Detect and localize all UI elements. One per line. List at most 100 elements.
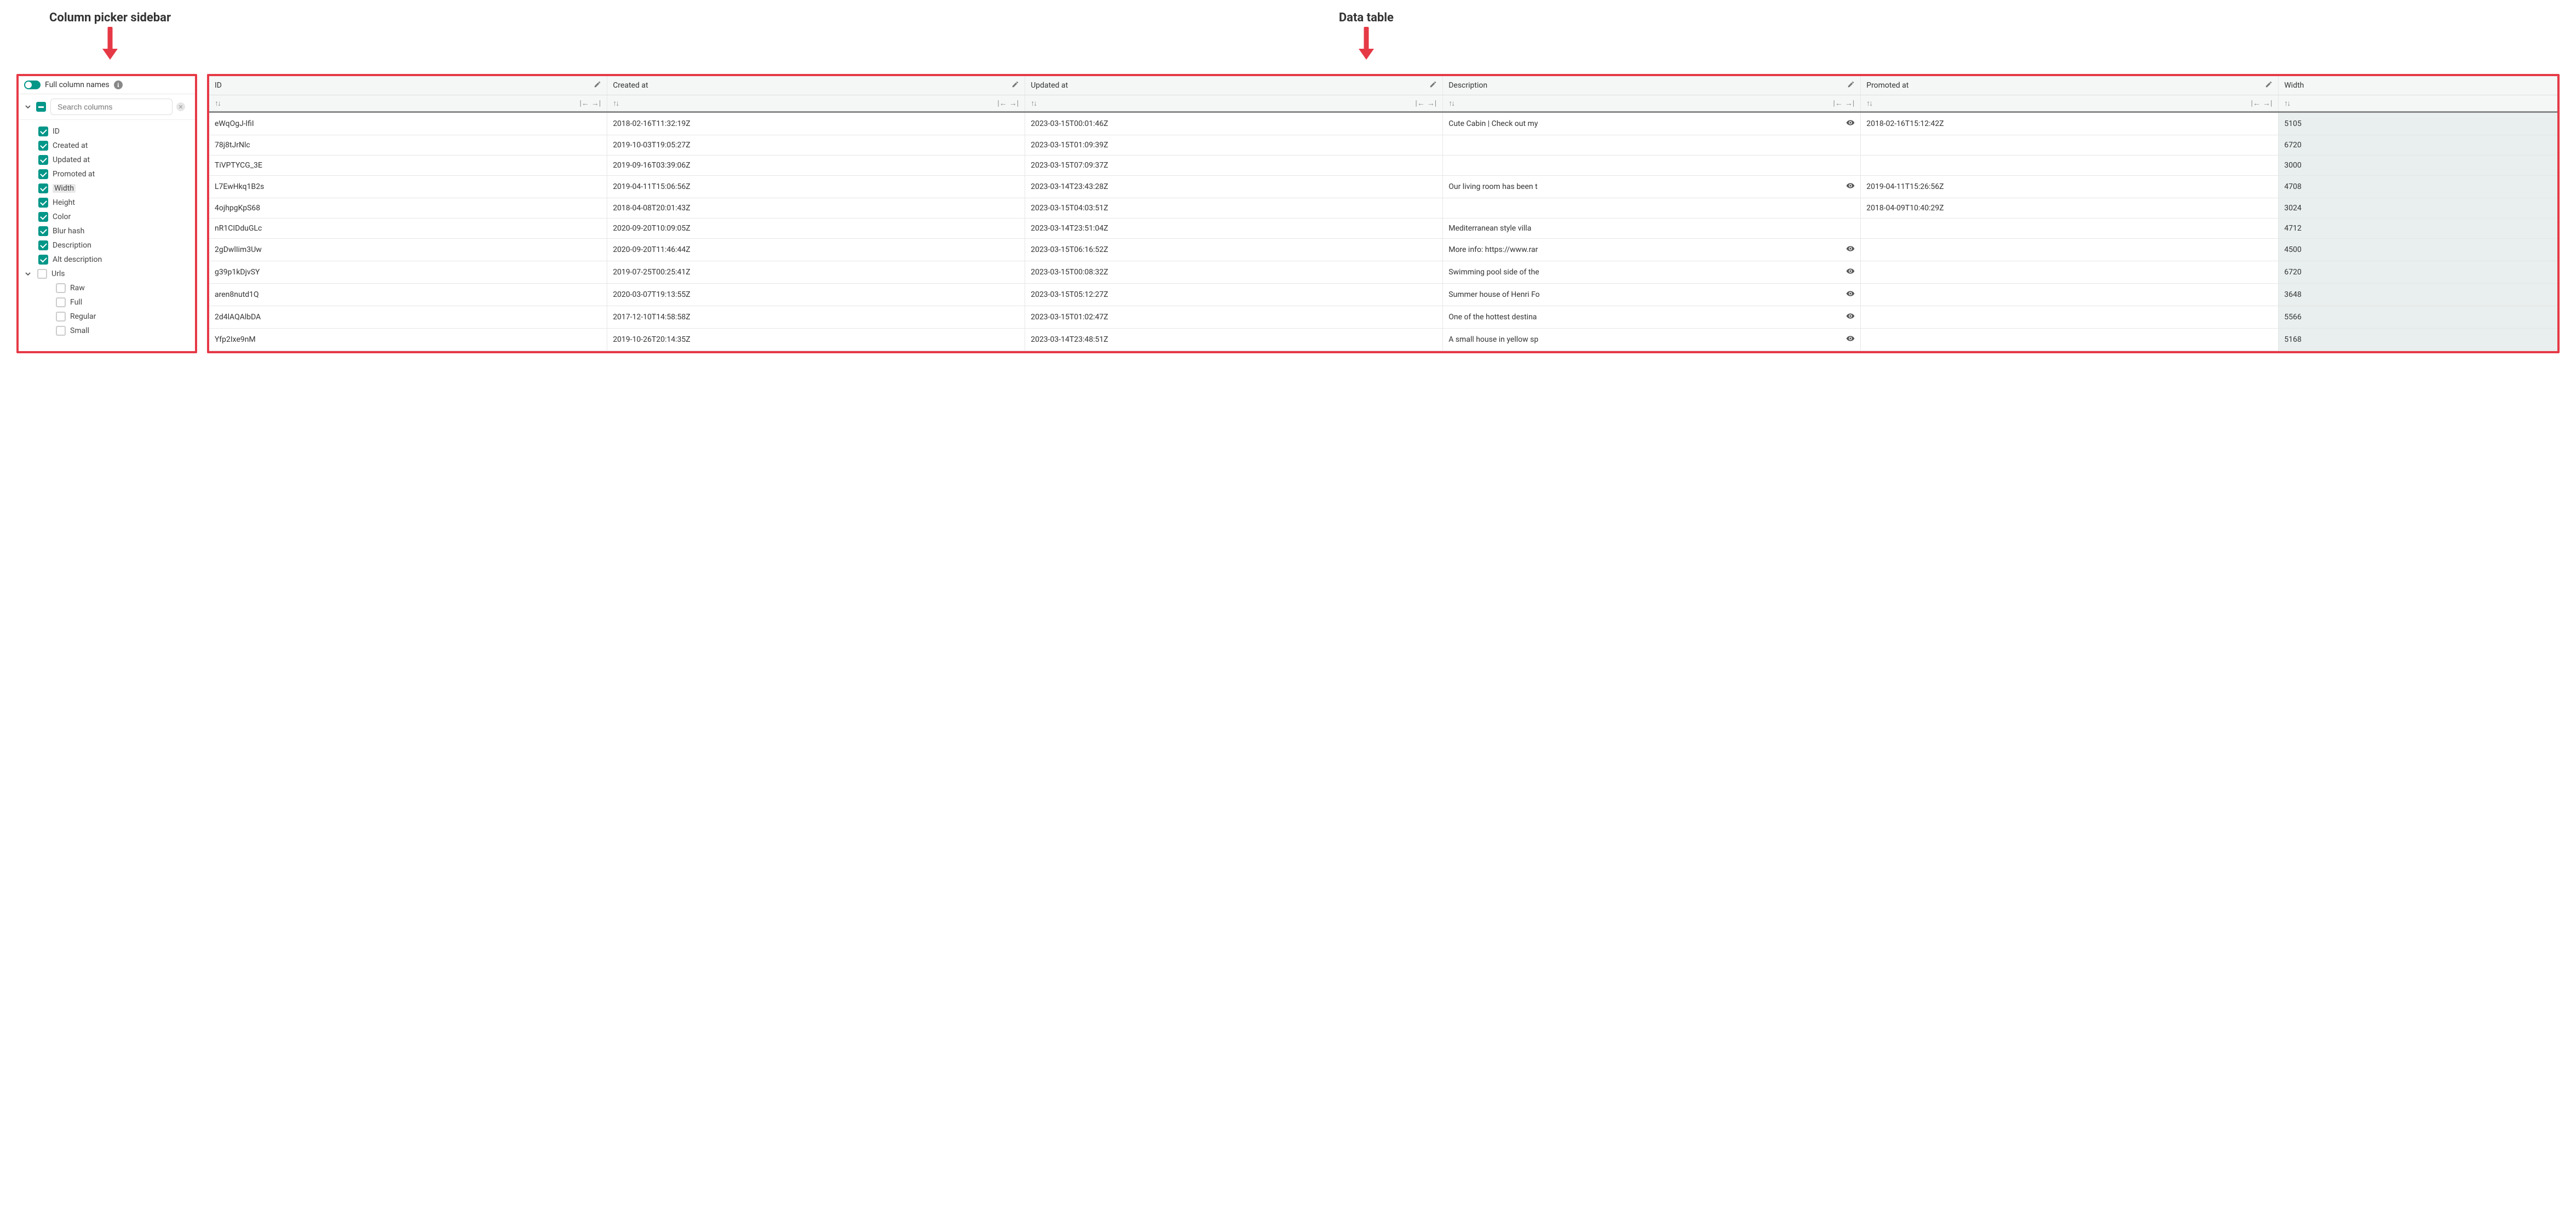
table-cell[interactable] <box>1861 261 2279 284</box>
table-cell[interactable] <box>1443 198 1861 219</box>
table-cell[interactable]: 2017-12-10T14:58:58Z <box>607 306 1025 329</box>
table-row[interactable]: eWqOgJ-lfiI2018-02-16T11:32:19Z2023-03-1… <box>209 112 2557 135</box>
table-cell[interactable]: 5566 <box>2279 306 2557 329</box>
column-checkbox[interactable] <box>56 283 66 293</box>
column-item[interactable]: Updated at <box>19 153 195 167</box>
sort-icon[interactable]: ↑↓ <box>1448 99 1454 108</box>
table-cell[interactable]: 2019-10-03T19:05:27Z <box>607 135 1025 156</box>
expand-right-icon[interactable]: →| <box>1844 99 1855 108</box>
column-checkbox[interactable] <box>38 255 48 265</box>
table-cell[interactable]: 2023-03-15T07:09:37Z <box>1025 156 1443 176</box>
table-row[interactable]: 4ojhpgKpS682018-04-08T20:01:43Z2023-03-1… <box>209 198 2557 219</box>
eye-icon[interactable] <box>1846 312 1855 323</box>
sort-icon[interactable]: ↑↓ <box>613 99 618 108</box>
table-cell[interactable]: aren8nutd1Q <box>209 284 607 306</box>
table-cell[interactable]: 2023-03-14T23:51:04Z <box>1025 219 1443 239</box>
table-cell[interactable]: 6720 <box>2279 135 2557 156</box>
table-cell[interactable]: 4712 <box>2279 219 2557 239</box>
table-cell[interactable]: 6720 <box>2279 261 2557 284</box>
pencil-icon[interactable] <box>1011 81 1019 90</box>
table-cell[interactable]: 2023-03-15T06:16:52Z <box>1025 239 1443 261</box>
table-row[interactable]: g39p1kDjvSY2019-07-25T00:25:41Z2023-03-1… <box>209 261 2557 284</box>
search-columns-input[interactable] <box>50 99 173 115</box>
table-cell[interactable]: 2020-09-20T10:09:05Z <box>607 219 1025 239</box>
column-checkbox[interactable] <box>37 269 47 279</box>
expand-right-icon[interactable]: →| <box>1009 99 1019 108</box>
table-cell[interactable]: 2019-04-11T15:06:56Z <box>607 176 1025 198</box>
expand-right-icon[interactable]: →| <box>2262 99 2273 108</box>
table-row[interactable]: 2d4lAQAlbDA2017-12-10T14:58:58Z2023-03-1… <box>209 306 2557 329</box>
table-cell[interactable] <box>1443 135 1861 156</box>
table-cell[interactable] <box>1861 239 2279 261</box>
table-cell[interactable]: Yfp2Ixe9nM <box>209 329 607 351</box>
column-checkbox[interactable] <box>38 240 48 250</box>
column-checkbox[interactable] <box>56 297 66 307</box>
table-cell[interactable]: 2019-07-25T00:25:41Z <box>607 261 1025 284</box>
eye-icon[interactable] <box>1846 244 1855 255</box>
column-checkbox[interactable] <box>38 141 48 151</box>
table-cell[interactable]: g39p1kDjvSY <box>209 261 607 284</box>
column-list[interactable]: IDCreated atUpdated atPromoted atWidthHe… <box>19 120 195 351</box>
expand-right-icon[interactable]: →| <box>591 99 601 108</box>
table-cell[interactable]: 2gDwlIim3Uw <box>209 239 607 261</box>
column-header[interactable]: ID <box>209 76 607 95</box>
table-cell[interactable]: 5105 <box>2279 112 2557 135</box>
table-cell[interactable]: More info: https://www.rar <box>1443 239 1861 261</box>
sort-icon[interactable]: ↑↓ <box>1866 99 1872 108</box>
column-item[interactable]: Raw <box>19 281 195 295</box>
table-scroll[interactable]: IDCreated atUpdated atDescriptionPromote… <box>209 76 2557 351</box>
column-header[interactable]: Width <box>2279 76 2557 95</box>
table-cell[interactable]: 2023-03-15T05:12:27Z <box>1025 284 1443 306</box>
table-cell[interactable]: Summer house of Henri Fo <box>1443 284 1861 306</box>
table-cell[interactable]: 2023-03-14T23:43:28Z <box>1025 176 1443 198</box>
table-cell[interactable]: 2019-04-11T15:26:56Z <box>1861 176 2279 198</box>
column-item[interactable]: Small <box>19 324 195 338</box>
table-row[interactable]: Yfp2Ixe9nM2019-10-26T20:14:35Z2023-03-14… <box>209 329 2557 351</box>
table-cell[interactable]: 5168 <box>2279 329 2557 351</box>
eye-icon[interactable] <box>1846 334 1855 345</box>
column-item[interactable]: Description <box>19 238 195 252</box>
pencil-icon[interactable] <box>2265 81 2273 90</box>
column-checkbox[interactable] <box>38 183 48 193</box>
table-cell[interactable] <box>1861 284 2279 306</box>
column-checkbox[interactable] <box>38 169 48 179</box>
column-checkbox[interactable] <box>56 326 66 336</box>
eye-icon[interactable] <box>1846 181 1855 192</box>
column-item[interactable]: Width <box>19 181 195 196</box>
column-item[interactable]: Promoted at <box>19 167 195 181</box>
shrink-left-icon[interactable]: |← <box>1832 99 1843 108</box>
column-header[interactable]: Promoted at <box>1861 76 2279 95</box>
table-row[interactable]: TiVPTYCG_3E2019-09-16T03:39:06Z2023-03-1… <box>209 156 2557 176</box>
table-cell[interactable]: L7EwHkq1B2s <box>209 176 607 198</box>
column-item[interactable]: Regular <box>19 309 195 324</box>
table-cell[interactable]: Mediterranean style villa <box>1443 219 1861 239</box>
column-checkbox[interactable] <box>38 198 48 208</box>
table-cell[interactable]: 3000 <box>2279 156 2557 176</box>
table-cell[interactable] <box>1861 306 2279 329</box>
table-cell[interactable]: 2020-03-07T19:13:55Z <box>607 284 1025 306</box>
table-cell[interactable]: 2d4lAQAlbDA <box>209 306 607 329</box>
column-item[interactable]: ID <box>19 124 195 139</box>
table-cell[interactable]: nR1CIDduGLc <box>209 219 607 239</box>
column-checkbox[interactable] <box>38 155 48 165</box>
column-item[interactable]: Full <box>19 295 195 309</box>
shrink-left-icon[interactable]: |← <box>1415 99 1425 108</box>
column-item[interactable]: Alt description <box>19 252 195 267</box>
column-item[interactable]: Created at <box>19 139 195 153</box>
table-cell[interactable]: 3024 <box>2279 198 2557 219</box>
sort-icon[interactable]: ↑↓ <box>215 99 220 108</box>
pencil-icon[interactable] <box>1429 81 1437 90</box>
eye-icon[interactable] <box>1846 118 1855 129</box>
table-cell[interactable]: eWqOgJ-lfiI <box>209 112 607 135</box>
sort-icon[interactable]: ↑↓ <box>2284 99 2290 108</box>
table-cell[interactable]: Swimming pool side of the <box>1443 261 1861 284</box>
column-group[interactable]: Urls <box>19 267 195 281</box>
table-cell[interactable]: 2023-03-15T01:02:47Z <box>1025 306 1443 329</box>
shrink-left-icon[interactable]: |← <box>997 99 1007 108</box>
table-row[interactable]: L7EwHkq1B2s2019-04-11T15:06:56Z2023-03-1… <box>209 176 2557 198</box>
select-all-checkbox[interactable] <box>36 102 46 112</box>
table-cell[interactable]: 4500 <box>2279 239 2557 261</box>
table-cell[interactable]: Our living room has been t <box>1443 176 1861 198</box>
column-header[interactable]: Updated at <box>1025 76 1443 95</box>
table-cell[interactable]: 2023-03-15T00:08:32Z <box>1025 261 1443 284</box>
